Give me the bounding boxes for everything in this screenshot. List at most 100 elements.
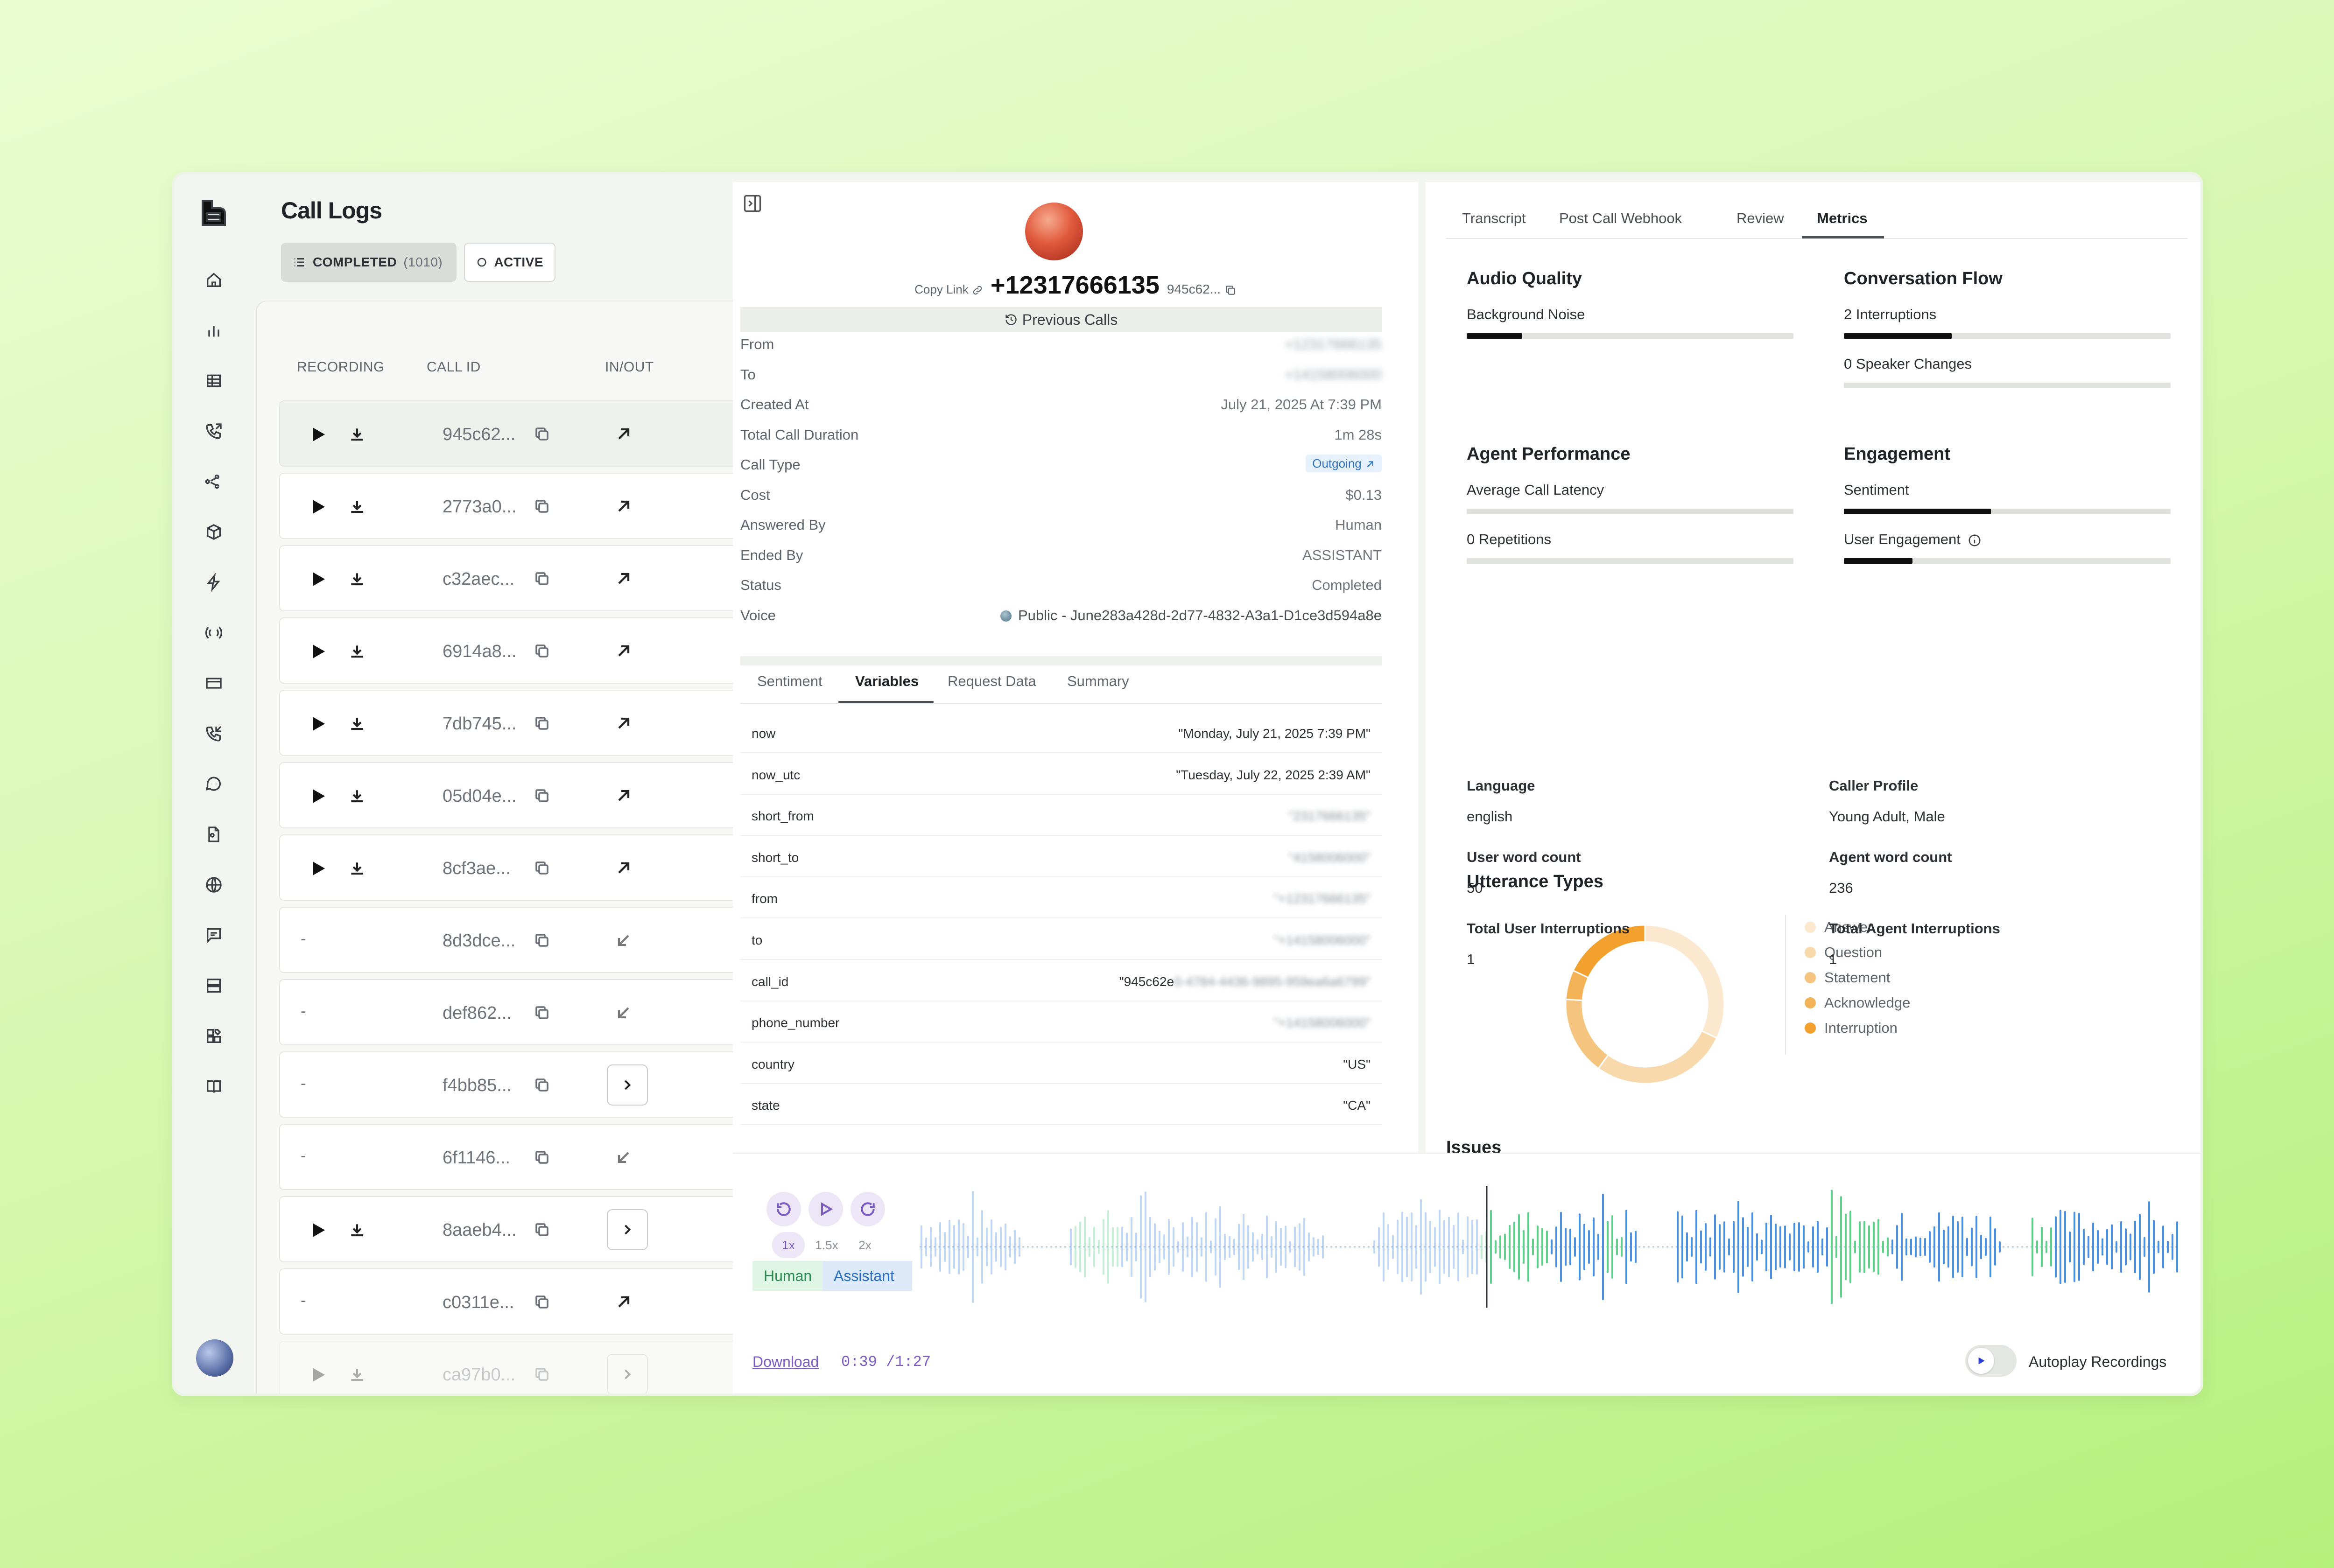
tab-completed[interactable]: COMPLETED (1010) xyxy=(281,243,457,282)
sidebar-box-button[interactable] xyxy=(204,522,224,542)
tab-request-data[interactable]: Request Data xyxy=(948,673,1036,690)
donut-slice-statement[interactable] xyxy=(1565,998,1610,1070)
sidebar-file-settings-button[interactable] xyxy=(204,824,224,845)
sidebar-phone-incoming-button[interactable] xyxy=(204,723,224,744)
play-recording-icon[interactable] xyxy=(310,1367,326,1383)
forward-button[interactable] xyxy=(851,1192,885,1226)
download-icon[interactable] xyxy=(348,570,366,588)
sidebar-bolt-button[interactable] xyxy=(204,572,224,593)
donut-slice-answer[interactable] xyxy=(1644,924,1725,1039)
panel-collapse-icon[interactable] xyxy=(742,193,763,214)
copy-icon[interactable] xyxy=(534,860,550,876)
table-row[interactable]: 2773a0... xyxy=(279,473,737,539)
sidebar-phone-forward-button[interactable] xyxy=(204,421,224,441)
expand-row-button[interactable] xyxy=(607,1064,648,1106)
tab-metrics[interactable]: Metrics xyxy=(1817,210,1868,227)
waveform[interactable] xyxy=(920,1186,2180,1308)
table-row[interactable]: 945c62... xyxy=(279,400,737,467)
copy-icon[interactable] xyxy=(534,1004,550,1021)
tab-active[interactable]: ACTIVE xyxy=(464,243,555,282)
sidebar-chat-button[interactable] xyxy=(204,774,224,794)
previous-calls-button[interactable]: Previous Calls xyxy=(740,307,1382,332)
tab-variables[interactable]: Variables xyxy=(855,673,919,690)
table-row[interactable]: 8cf3ae... xyxy=(279,834,737,901)
speed-1x-button[interactable]: 1x xyxy=(772,1232,805,1258)
download-icon[interactable] xyxy=(348,1366,366,1384)
donut-slice-question[interactable] xyxy=(1597,1030,1718,1085)
play-recording-icon[interactable] xyxy=(310,427,326,442)
logo-icon[interactable] xyxy=(201,199,227,227)
download-icon[interactable] xyxy=(348,498,366,516)
play-recording-icon[interactable] xyxy=(310,788,326,804)
sidebar-book-button[interactable] xyxy=(204,1076,224,1097)
sidebar-home-button[interactable] xyxy=(204,270,224,290)
copy-link-button[interactable]: Copy Link xyxy=(914,282,983,297)
speed-1-5x-button[interactable]: 1.5x xyxy=(810,1232,843,1258)
play-recording-icon[interactable] xyxy=(310,499,326,515)
sidebar-widgets-button[interactable] xyxy=(204,1026,224,1046)
chart-icon xyxy=(208,326,219,337)
table-row[interactable]: - 6f1146... xyxy=(279,1124,737,1190)
download-link[interactable]: Download xyxy=(752,1353,819,1371)
table-row[interactable]: 05d04e... xyxy=(279,762,737,828)
short-call-id[interactable]: 945c62... xyxy=(1167,282,1237,297)
play-button[interactable] xyxy=(808,1192,843,1226)
column-recording: RECORDING xyxy=(297,359,385,375)
sidebar-table-button[interactable] xyxy=(204,371,224,391)
download-icon[interactable] xyxy=(348,860,366,877)
rewind-button[interactable] xyxy=(766,1192,801,1226)
download-icon[interactable] xyxy=(348,787,366,805)
speed-2x-button[interactable]: 2x xyxy=(849,1232,881,1258)
copy-icon[interactable] xyxy=(534,932,550,949)
table-row[interactable]: - f4bb85... xyxy=(279,1051,737,1118)
play-recording-icon[interactable] xyxy=(310,571,326,587)
sidebar-globe-button[interactable] xyxy=(204,875,224,895)
copy-icon[interactable] xyxy=(534,787,550,804)
play-recording-icon[interactable] xyxy=(310,716,326,732)
play-recording-icon[interactable] xyxy=(310,1222,326,1238)
table-row[interactable]: 8aaeb4... xyxy=(279,1196,737,1262)
sidebar-chart-button[interactable] xyxy=(204,320,224,341)
copy-icon[interactable] xyxy=(534,570,550,587)
download-icon[interactable] xyxy=(348,643,366,660)
copy-icon[interactable] xyxy=(534,715,550,732)
table-row[interactable]: - def862... xyxy=(279,979,737,1045)
expand-row-button[interactable] xyxy=(607,1209,648,1250)
sidebar-broadcast-button[interactable] xyxy=(204,623,224,643)
copy-icon[interactable] xyxy=(534,1077,550,1093)
copy-icon[interactable] xyxy=(534,1149,550,1166)
resize-handle[interactable] xyxy=(740,656,1382,665)
play-recording-icon[interactable] xyxy=(310,861,326,876)
play-recording-icon[interactable] xyxy=(310,644,326,659)
table-row[interactable]: 6914a8... xyxy=(279,617,737,684)
download-icon[interactable] xyxy=(348,426,366,443)
tab-transcript[interactable]: Transcript xyxy=(1462,210,1526,227)
download-icon[interactable] xyxy=(348,715,366,733)
copy-icon[interactable] xyxy=(534,1221,550,1238)
stat-value: 50 xyxy=(1467,880,1483,896)
table-row[interactable]: - c0311e... xyxy=(279,1268,737,1335)
expand-row-button[interactable] xyxy=(607,1354,648,1393)
copy-icon[interactable] xyxy=(534,498,550,515)
detail-value: July 21, 2025 At 7:39 PM xyxy=(1221,396,1382,413)
autoplay-toggle[interactable] xyxy=(1965,1345,2017,1377)
tab-post-call-webhook[interactable]: Post Call Webhook xyxy=(1559,210,1682,227)
table-row[interactable]: 7db745... xyxy=(279,690,737,756)
sidebar-share-button[interactable] xyxy=(204,471,224,492)
tab-sentiment[interactable]: Sentiment xyxy=(757,673,823,690)
info-icon[interactable] xyxy=(1968,533,1982,547)
tab-summary[interactable]: Summary xyxy=(1067,673,1129,690)
table-row[interactable]: c32aec... xyxy=(279,545,737,611)
table-row[interactable]: - 8d3dce... xyxy=(279,907,737,973)
copy-icon[interactable] xyxy=(534,643,550,659)
download-icon[interactable] xyxy=(348,1221,366,1239)
copy-icon[interactable] xyxy=(534,426,550,442)
user-avatar[interactable] xyxy=(196,1339,233,1377)
sidebar-server-button[interactable] xyxy=(204,975,224,996)
copy-icon[interactable] xyxy=(534,1366,550,1383)
sidebar-card-button[interactable] xyxy=(204,673,224,693)
table-row[interactable]: ca97b0... xyxy=(279,1341,737,1393)
tab-review[interactable]: Review xyxy=(1736,210,1784,227)
sidebar-message-square-button[interactable] xyxy=(204,925,224,945)
copy-icon[interactable] xyxy=(534,1294,550,1310)
